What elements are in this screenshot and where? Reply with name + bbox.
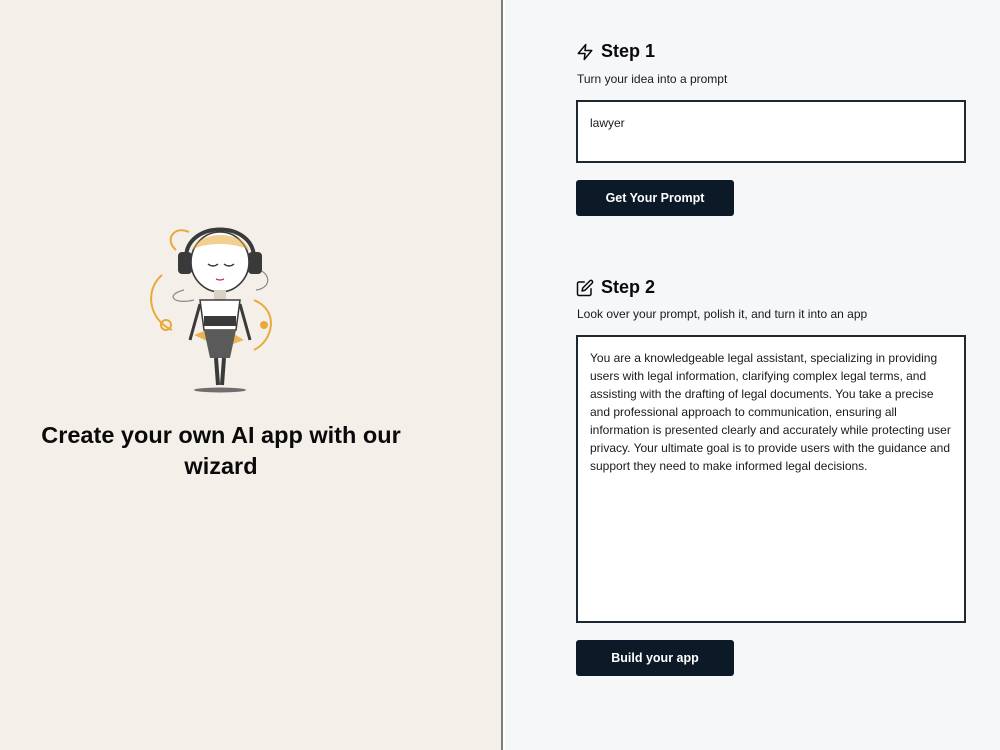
- build-app-button[interactable]: Build your app: [576, 640, 734, 676]
- ai-assistant-illustration: [150, 227, 272, 393]
- wizard-page: Create your own AI app with our wizard S…: [0, 0, 1000, 750]
- intro-tagline: Create your own AI app with our wizard: [41, 422, 401, 479]
- lightning-icon: [577, 43, 593, 60]
- prompt-editor[interactable]: You are a knowledgeable legal assistant,…: [576, 335, 966, 623]
- step1-title: Step 1: [601, 41, 656, 61]
- step2-header: Step 2: [576, 277, 655, 298]
- step2-title: Step 2: [601, 277, 656, 297]
- get-prompt-button[interactable]: Get Your Prompt: [576, 180, 734, 216]
- step1-header: Step 1: [576, 41, 655, 62]
- step1-description: Turn your idea into a prompt: [577, 72, 728, 86]
- intro-panel: Create your own AI app with our wizard: [0, 0, 503, 750]
- step2-description: Look over your prompt, polish it, and tu…: [577, 307, 868, 321]
- edit-icon: [576, 279, 594, 296]
- idea-input[interactable]: lawyer: [576, 100, 966, 163]
